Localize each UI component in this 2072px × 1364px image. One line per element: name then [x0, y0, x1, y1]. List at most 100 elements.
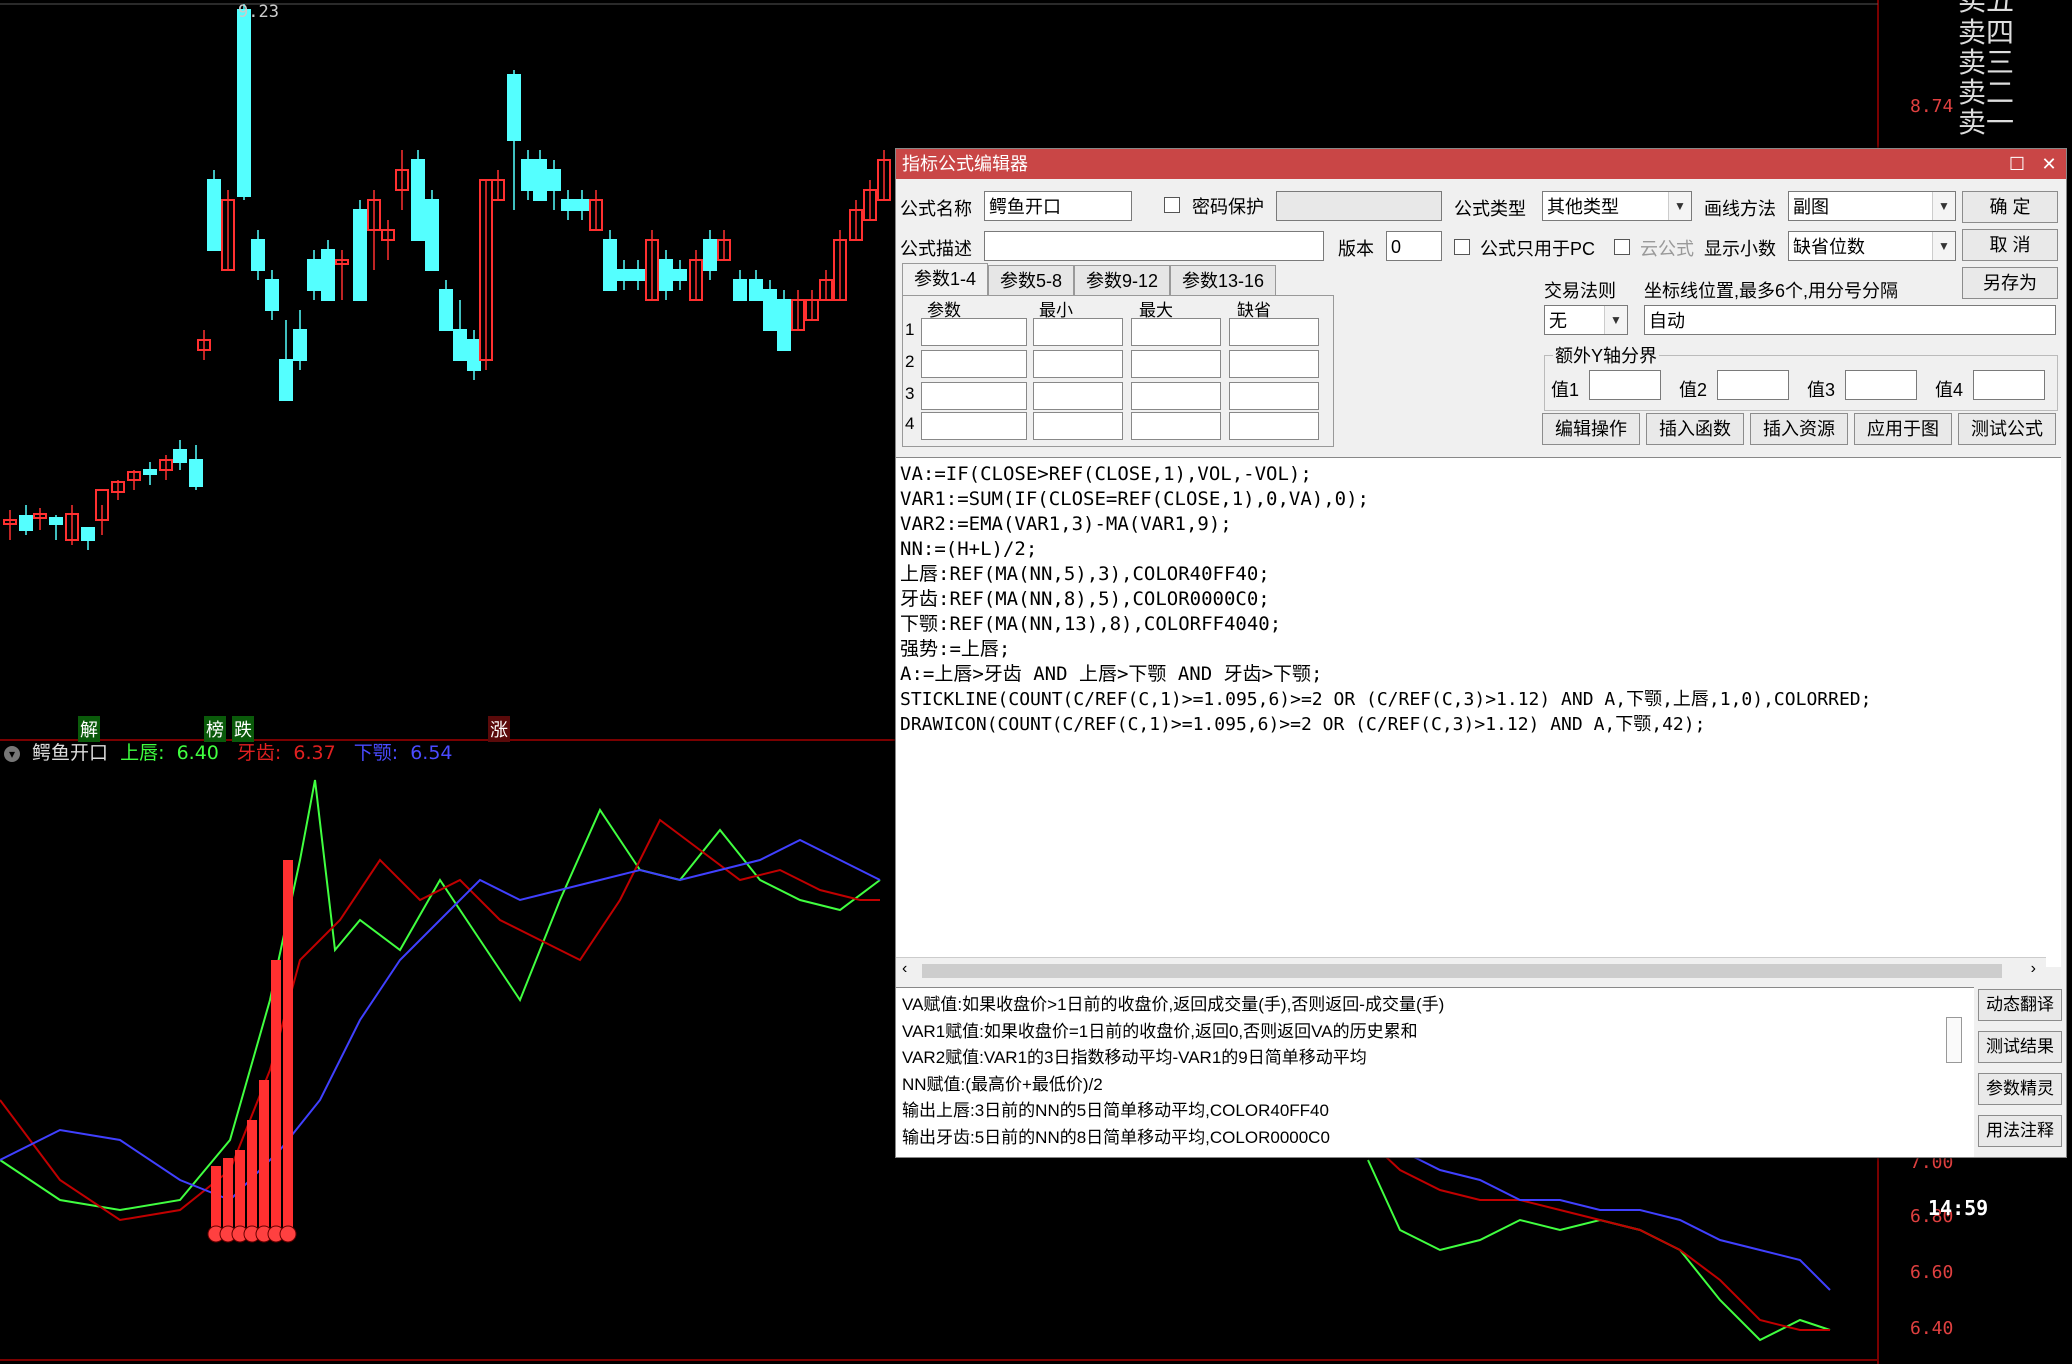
test-result-button[interactable]: 测试结果 [1978, 1031, 2062, 1063]
close-icon[interactable]: ✕ [2034, 149, 2064, 179]
apply-to-chart-button[interactable]: 应用于图 [1854, 413, 1952, 445]
val1-input[interactable] [1589, 370, 1661, 400]
version-input[interactable]: 0 [1386, 231, 1442, 261]
code-line: 强势:=上唇; [900, 638, 1011, 660]
candle-body [617, 269, 631, 281]
param-row-3: 3 [905, 384, 915, 403]
candle-body [521, 159, 535, 191]
param-4-max[interactable] [1131, 412, 1221, 440]
draw-method-label: 画线方法 [1704, 199, 1776, 219]
val4-input[interactable] [1973, 370, 2045, 400]
dialog-titlebar[interactable]: 指标公式编辑器 ☐ ✕ [896, 149, 2066, 179]
trade-rule-label: 交易法则 [1544, 281, 1616, 301]
price-label-874: 8.74 [1910, 96, 1954, 117]
param-4-name[interactable] [921, 412, 1027, 440]
stick-bar [211, 1166, 221, 1232]
param-2-min[interactable] [1033, 350, 1123, 378]
param-3-name[interactable] [921, 382, 1027, 410]
param-row-2: 2 [905, 352, 915, 371]
jaw-line-right [1367, 1139, 1831, 1291]
val2-input[interactable] [1717, 370, 1789, 400]
decimals-select[interactable]: 缺省位数 ▼ [1788, 231, 1956, 261]
param-1-default[interactable] [1229, 318, 1319, 346]
description-scrollbar[interactable] [1946, 1017, 1962, 1063]
edit-ops-button[interactable]: 编辑操作 [1542, 413, 1640, 445]
code-line: 上唇:REF(MA(NN,5),3),COLOR40FF40; [900, 563, 1270, 585]
formula-description-input[interactable] [984, 231, 1324, 261]
param-2-name[interactable] [921, 350, 1027, 378]
formula-type-select[interactable]: 其他类型 ▼ [1542, 191, 1692, 221]
candle-body [733, 279, 747, 301]
password-label: 密码保护 [1192, 197, 1264, 217]
dynamic-translate-button[interactable]: 动态翻译 [1978, 989, 2062, 1021]
param-wizard-button[interactable]: 参数精灵 [1978, 1073, 2062, 1105]
candle-body [279, 359, 293, 401]
param-4-default[interactable] [1229, 412, 1319, 440]
password-checkbox[interactable] [1164, 197, 1180, 213]
chevron-down-icon: ▼ [1932, 232, 1955, 260]
param-2-default[interactable] [1229, 350, 1319, 378]
tab-params-13-16[interactable]: 参数13-16 [1170, 265, 1276, 296]
param-4-min[interactable] [1033, 412, 1123, 440]
param-row-4: 4 [905, 414, 915, 433]
val3-input[interactable] [1845, 370, 1917, 400]
peak-price-label: 9.23 [238, 2, 279, 22]
stick-bar [259, 1080, 269, 1232]
password-input[interactable] [1276, 191, 1442, 221]
param-3-min[interactable] [1033, 382, 1123, 410]
insert-function-button[interactable]: 插入函数 [1646, 413, 1744, 445]
code-line: VAR1:=SUM(IF(CLOSE=REF(CLOSE,1),0,VA),0)… [900, 488, 1369, 510]
candle-body [353, 209, 367, 301]
cancel-button[interactable]: 取 消 [1962, 229, 2058, 261]
param-2-max[interactable] [1131, 350, 1221, 378]
formula-translation-panel: VA赋值:如果收盘价>1日前的收盘价,返回成交量(手),否则返回-成交量(手) … [896, 987, 1974, 1157]
candle-body [49, 517, 63, 525]
scroll-left-icon[interactable]: ‹ [902, 960, 907, 978]
tab-params-5-8[interactable]: 参数5-8 [988, 265, 1074, 296]
test-formula-button[interactable]: 测试公式 [1958, 413, 2056, 445]
param-1-max[interactable] [1131, 318, 1221, 346]
decimals-value: 缺省位数 [1793, 237, 1865, 257]
tab-params-1-4[interactable]: 参数1-4 [902, 263, 988, 296]
param-1-name[interactable] [921, 318, 1027, 346]
collapse-icon[interactable]: ▾ [4, 745, 20, 762]
usage-notes-button[interactable]: 用法注释 [1978, 1115, 2062, 1147]
param-3-default[interactable] [1229, 382, 1319, 410]
scroll-right-icon[interactable]: › [2031, 960, 2036, 978]
type-label: 公式类型 [1454, 199, 1526, 219]
code-line: VA:=IF(CLOSE>REF(CLOSE,1),VOL,-VOL); [900, 463, 1312, 485]
trade-rule-select[interactable]: 无 ▼ [1544, 305, 1628, 335]
name-label: 公式名称 [900, 199, 972, 219]
save-as-button[interactable]: 另存为 [1962, 267, 2058, 299]
ok-button[interactable]: 确 定 [1962, 191, 2058, 223]
dialog-title: 指标公式编辑器 [902, 154, 1028, 174]
jaw-line [0, 838, 881, 1202]
formula-code-editor[interactable]: VA:=IF(CLOSE>REF(CLOSE,1),VOL,-VOL); VAR… [896, 457, 2061, 967]
coord-pos-input[interactable]: 自动 [1644, 305, 2056, 335]
draw-method-value: 副图 [1793, 197, 1829, 217]
draw-method-select[interactable]: 副图 ▼ [1788, 191, 1956, 221]
code-line: VAR2:=EMA(VAR1,3)-MA(VAR1,9); [900, 513, 1232, 535]
scroll-thumb[interactable] [922, 964, 2002, 978]
code-line: STICKLINE(COUNT(C/REF(C,1)>=1.095,6)>=2 … [900, 689, 1872, 710]
param-3-max[interactable] [1131, 382, 1221, 410]
candle-body [293, 329, 307, 361]
tag-bang: 榜 [204, 716, 226, 742]
tag-die: 跌 [232, 716, 254, 742]
param-1-min[interactable] [1033, 318, 1123, 346]
val2-label: 值2 [1679, 380, 1708, 400]
description-line: 输出牙齿:5日前的NN的8日简单移动平均,COLOR0000C0 [902, 1127, 1330, 1147]
decimals-label: 显示小数 [1704, 239, 1776, 259]
cloud-checkbox[interactable] [1614, 239, 1630, 255]
candle-body [703, 239, 717, 271]
price-label-640: 6.40 [1910, 1318, 1954, 1339]
code-horizontal-scrollbar[interactable]: ‹ › [896, 957, 2046, 984]
candle-body [189, 459, 203, 487]
extra-y-label: 额外Y轴分界 [1553, 342, 1660, 368]
formula-editor-dialog: 指标公式编辑器 ☐ ✕ 公式名称 鳄鱼开口 密码保护 公式类型 其他类型 ▼ 画… [895, 148, 2067, 1158]
pc-only-checkbox[interactable] [1454, 239, 1470, 255]
maximize-icon[interactable]: ☐ [2002, 149, 2032, 179]
insert-resource-button[interactable]: 插入资源 [1750, 413, 1848, 445]
formula-name-input[interactable]: 鳄鱼开口 [984, 191, 1132, 221]
tab-params-9-12[interactable]: 参数9-12 [1074, 265, 1170, 296]
